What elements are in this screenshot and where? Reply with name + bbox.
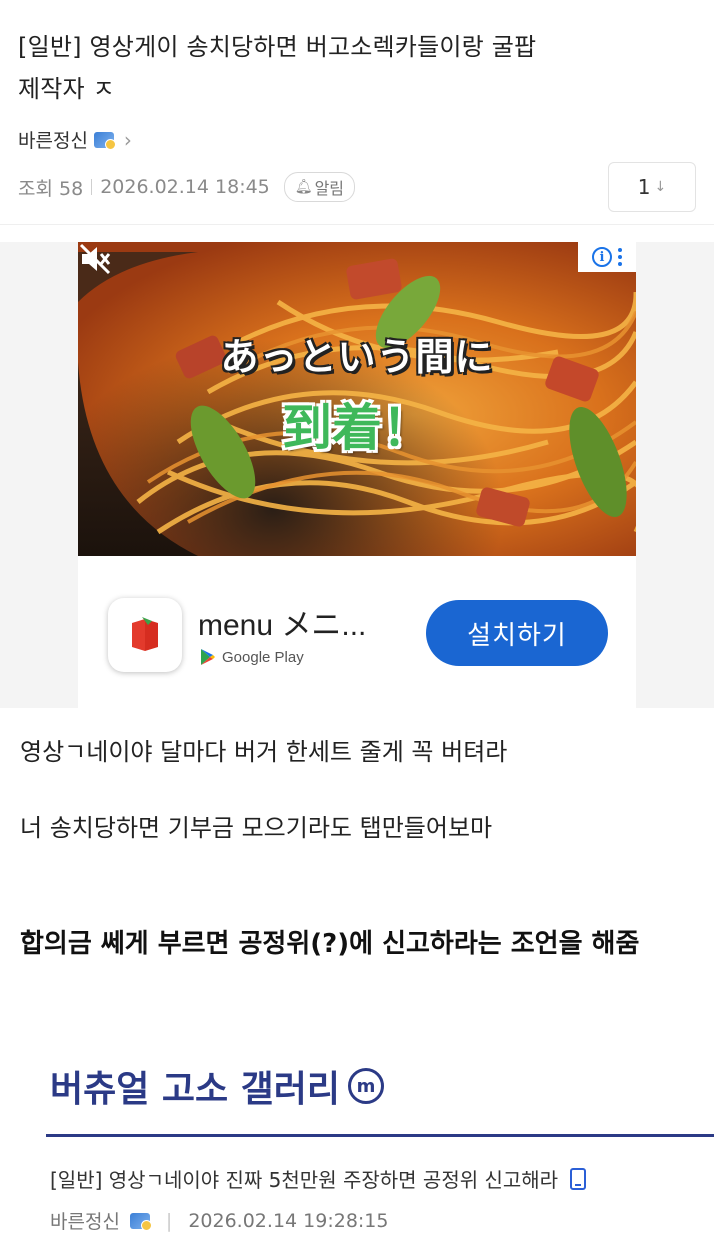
ad-headline-line1: あっという間に — [220, 335, 494, 379]
bell-icon: 🔔︎ — [294, 179, 313, 195]
install-button[interactable]: 설치하기 — [426, 600, 608, 666]
arrow-down-icon: ↓ — [654, 179, 667, 195]
mobile-icon — [570, 1167, 587, 1190]
m-badge-icon: m — [348, 1068, 385, 1104]
body-line-3: 합의금 쎄게 부르면 공정위(?)에 신고하라는 조언을 해줌 — [20, 929, 640, 959]
chevron-right-icon[interactable]: › — [124, 128, 132, 152]
post-meta: 조회 58 2026.02.14 18:45 🔔︎ 알림 — [18, 172, 356, 202]
header-divider — [0, 224, 714, 225]
body-line-2: 너 송치당하면 기부금 모으기라도 탭만들어보마 — [20, 814, 493, 842]
author-name[interactable]: 바른정신 — [18, 126, 88, 153]
info-icon[interactable]: i — [592, 247, 612, 267]
ad-banner[interactable]: i あっという間に 到着！ menu メニ... Google Play 설치하… — [78, 242, 636, 708]
badge-icon — [129, 1212, 152, 1231]
gallery-divider — [46, 1134, 714, 1137]
comment-count: 1 — [637, 175, 651, 199]
badge-icon — [93, 131, 116, 150]
ad-container: i あっという間に 到着！ menu メニ... Google Play 설치하… — [0, 242, 714, 708]
meta-divider: | — [165, 1209, 173, 1232]
store-row: Google Play — [200, 648, 304, 666]
view-count: 조회 58 — [18, 177, 84, 200]
post-title: [일반] 영상게이 송치당하면 버고소렉카들이랑 굴팝제작자 ㅈ — [18, 33, 537, 103]
kebab-menu-icon[interactable] — [618, 248, 622, 266]
ad-app-name[interactable]: menu メニ... — [198, 600, 366, 644]
gallery-title-text[interactable]: 버츄얼 고소 갤러리 — [50, 1060, 340, 1112]
google-play-icon — [201, 649, 215, 665]
related-post-title[interactable]: [일반] 영상ㄱ네이야 진짜 5천만원 주장하면 공정위 신고해라 — [50, 1164, 558, 1193]
ad-app-bar: menu メニ... Google Play 설치하기 — [78, 556, 636, 708]
body-line-1: 영상ㄱ네이야 달마다 버거 한세트 줄게 꼭 버텨라 — [20, 738, 508, 766]
gallery-title[interactable]: 버츄얼 고소 갤러리 m — [50, 1060, 385, 1112]
mute-icon[interactable] — [78, 242, 112, 276]
app-icon[interactable] — [108, 598, 182, 672]
alarm-button[interactable]: 🔔︎ 알림 — [283, 172, 356, 202]
store-label: Google Play — [222, 648, 304, 666]
related-post-meta: 바른정신 | 2026.02.14 19:28:15 — [50, 1207, 389, 1234]
meta-divider — [91, 179, 93, 195]
author-row[interactable]: 바른정신 › — [18, 126, 132, 153]
ad-headline-line2: 到着！ — [282, 399, 432, 457]
related-author: 바른정신 — [50, 1211, 120, 1233]
post-datetime: 2026.02.14 18:45 — [100, 176, 270, 198]
related-datetime: 2026.02.14 19:28:15 — [188, 1209, 389, 1232]
alarm-label: 알림 — [314, 179, 345, 198]
ad-info-box[interactable]: i — [578, 242, 636, 272]
comment-jump-button[interactable]: 1 ↓ — [608, 162, 696, 212]
ad-image[interactable]: i あっという間に 到着！ — [78, 242, 636, 556]
related-post[interactable]: [일반] 영상ㄱ네이야 진짜 5천만원 주장하면 공정위 신고해라 — [50, 1164, 587, 1193]
